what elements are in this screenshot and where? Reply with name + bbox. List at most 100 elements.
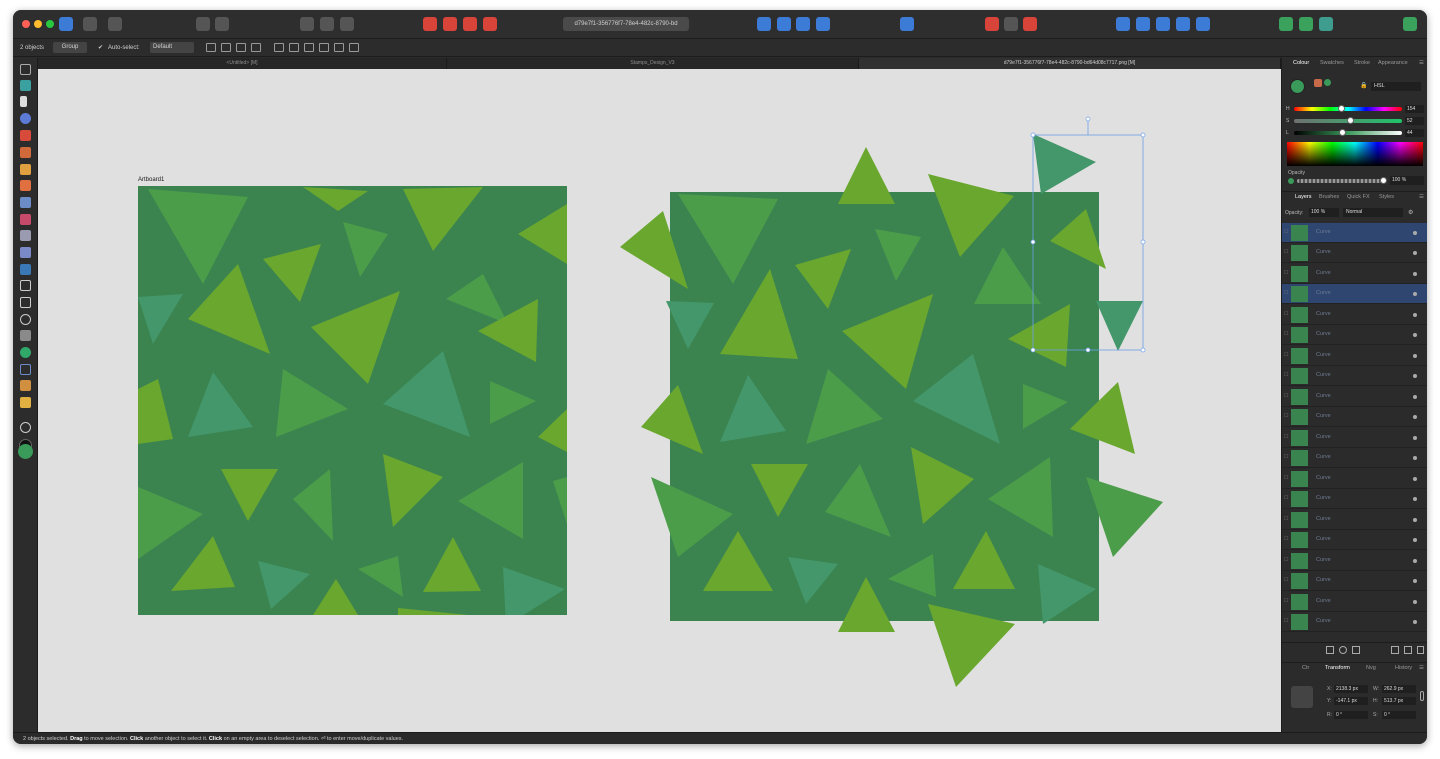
add-group-icon[interactable] <box>1404 646 1412 654</box>
align-right-icon[interactable] <box>304 43 314 52</box>
visibility-dot[interactable] <box>1413 436 1417 440</box>
saturation-value[interactable]: 52 <box>1405 117 1424 125</box>
rotate-right-icon[interactable] <box>816 17 830 31</box>
visibility-dot[interactable] <box>1413 292 1417 296</box>
align-middle-icon[interactable] <box>334 43 344 52</box>
align-center-icon[interactable] <box>289 43 299 52</box>
geometry-subtract-icon[interactable] <box>1136 17 1150 31</box>
align-left-icon[interactable] <box>274 43 284 52</box>
visibility-dot[interactable] <box>1413 477 1417 481</box>
layer-row[interactable]: ☐ Curve <box>1282 428 1427 448</box>
hue-slider[interactable]: H 154 <box>1286 105 1424 113</box>
geometry-add-icon[interactable] <box>1116 17 1130 31</box>
adjustment-icon[interactable] <box>1339 646 1347 654</box>
ellipse-tool-icon[interactable] <box>20 314 31 325</box>
zoom-window-button[interactable] <box>46 20 54 28</box>
vector-brush-icon[interactable] <box>20 180 31 191</box>
colour-spectrum[interactable] <box>1287 142 1423 166</box>
color-picker-icon[interactable] <box>20 347 31 358</box>
pixel-persona-icon[interactable] <box>83 17 97 31</box>
layer-row[interactable]: ☐ Curve <box>1282 284 1427 304</box>
insert-inside-icon[interactable] <box>1023 17 1037 31</box>
r-field[interactable]: 0 ° <box>1334 711 1368 719</box>
saturation-knob[interactable] <box>1347 117 1354 124</box>
tab-transform[interactable]: Transform <box>1325 665 1350 671</box>
layer-row[interactable]: ☐ Curve <box>1282 592 1427 612</box>
snapping-icon[interactable] <box>215 17 229 31</box>
rectangle-tool-icon[interactable] <box>20 297 31 308</box>
pencil-tool-icon[interactable] <box>20 164 31 175</box>
visibility-dot[interactable] <box>1413 354 1417 358</box>
group-button[interactable]: Group <box>53 42 87 53</box>
layer-row[interactable]: ☐ Curve <box>1282 346 1427 366</box>
layer-row[interactable]: ☐ Curve <box>1282 489 1427 509</box>
layer-opacity-field[interactable]: 100 % <box>1309 208 1339 217</box>
designer-persona-icon[interactable] <box>59 17 73 31</box>
close-window-button[interactable] <box>22 20 30 28</box>
crop-tool-icon[interactable] <box>20 280 31 291</box>
opacity-knob[interactable] <box>1380 177 1387 184</box>
layer-row[interactable]: ☐ Curve <box>1282 366 1427 386</box>
order-front-icon[interactable] <box>483 17 497 31</box>
document-title[interactable]: d79e7f1-356776f7-78e4-482c-8790-bd <box>563 17 689 31</box>
transform-origin-icon[interactable] <box>206 43 216 52</box>
layer-row[interactable]: ☐ Curve <box>1282 510 1427 530</box>
visibility-dot[interactable] <box>1413 272 1417 276</box>
tab-layers[interactable]: Layers <box>1295 194 1312 200</box>
layer-row[interactable]: ☐ Curve <box>1282 469 1427 489</box>
opacity-value[interactable]: 100 % <box>1390 176 1424 185</box>
layer-row[interactable]: ☐ Curve <box>1282 243 1427 263</box>
tab-colour[interactable]: Colour <box>1293 60 1309 66</box>
opacity-slider[interactable] <box>1297 179 1383 183</box>
node-tool-icon[interactable] <box>20 96 27 107</box>
h-field[interactable]: 513.7 px <box>1382 697 1416 705</box>
paint-brush-icon[interactable] <box>20 230 31 241</box>
hue-value[interactable]: 154 <box>1405 105 1424 113</box>
tab-brushes[interactable]: Brushes <box>1319 194 1339 200</box>
tab-stamps-design[interactable]: Stamps_Design_V3 <box>447 58 859 69</box>
canvas[interactable]: Artboard1 <box>38 69 1281 732</box>
layers-menu-icon[interactable]: ☰ <box>1419 194 1424 200</box>
layer-mask-icon[interactable] <box>1326 646 1334 654</box>
flip-horizontal-icon[interactable] <box>757 17 771 31</box>
distribute-icon[interactable] <box>251 43 261 52</box>
visibility-dot[interactable] <box>1413 456 1417 460</box>
visibility-dot[interactable] <box>1413 395 1417 399</box>
layer-row[interactable]: ☐ Curve <box>1282 223 1427 243</box>
order-back-icon[interactable] <box>423 17 437 31</box>
layer-row[interactable]: ☐ Curve <box>1282 571 1427 591</box>
eyedropper-icon[interactable] <box>1314 79 1322 87</box>
tab-swatches[interactable]: Swatches <box>1320 60 1344 66</box>
arrange-icon-3[interactable] <box>340 17 354 31</box>
order-forward-icon[interactable] <box>463 17 477 31</box>
flip-vertical-icon[interactable] <box>777 17 791 31</box>
place-image-icon[interactable] <box>20 264 31 275</box>
tab-nvg[interactable]: Nvg <box>1366 665 1376 671</box>
shapes-tool-icon[interactable] <box>20 330 31 341</box>
colour-model-dropdown[interactable]: HSL <box>1371 82 1421 91</box>
visibility-dot[interactable] <box>1413 251 1417 255</box>
insert-target-icon[interactable] <box>985 17 999 31</box>
lightness-value[interactable]: 44 <box>1405 129 1424 137</box>
arrange-icon-2[interactable] <box>320 17 334 31</box>
aspect-lock-icon[interactable] <box>1420 691 1424 701</box>
studio-icon[interactable] <box>1299 17 1313 31</box>
auto-select-checkbox[interactable]: ✔ <box>98 43 103 53</box>
visibility-dot[interactable] <box>1413 600 1417 604</box>
tab-appearance[interactable]: Appearance <box>1378 60 1408 66</box>
delete-layer-icon[interactable] <box>1417 646 1424 654</box>
geometry-intersect-icon[interactable] <box>1156 17 1170 31</box>
align-icon[interactable] <box>900 17 914 31</box>
text-tool-icon[interactable] <box>20 364 31 375</box>
align-bottom-icon[interactable] <box>349 43 359 52</box>
visibility-dot[interactable] <box>1413 231 1417 235</box>
y-field[interactable]: -147.1 px <box>1334 697 1368 705</box>
panel-menu-icon[interactable]: ☰ <box>1419 60 1424 66</box>
visibility-dot[interactable] <box>1413 559 1417 563</box>
move-tool-icon[interactable] <box>20 64 31 75</box>
pen-tool-icon[interactable] <box>20 147 31 158</box>
add-layer-icon[interactable] <box>1391 646 1399 654</box>
fill-colour-swatch[interactable] <box>1290 79 1305 94</box>
canvas-artwork[interactable] <box>38 69 1281 732</box>
tab-styles[interactable]: Styles <box>1379 194 1394 200</box>
